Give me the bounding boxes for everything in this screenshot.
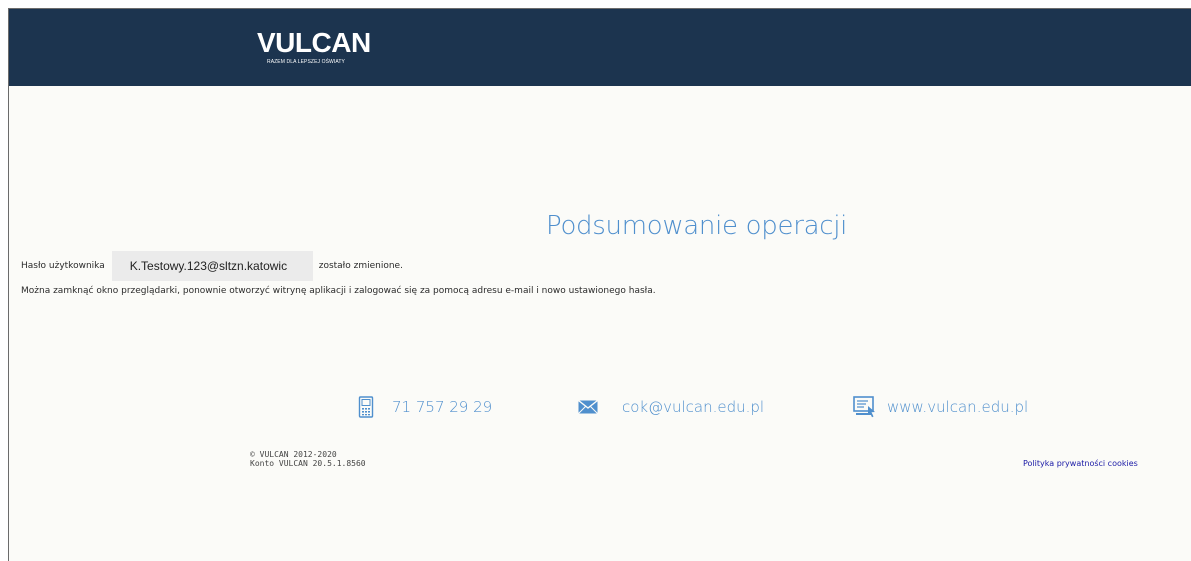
page-title: Podsumowanie operacji: [546, 211, 848, 241]
phone-icon: [358, 396, 374, 418]
email-address: cok@vulcan.edu.pl: [622, 398, 765, 416]
website-url: www.vulcan.edu.pl: [887, 398, 1029, 416]
password-changed-message: Hasło użytkownika K.Testowy.123@sltzn.ka…: [21, 251, 403, 281]
envelope-icon: [578, 400, 598, 414]
monitor-icon: [853, 396, 877, 418]
footer-info: © VULCAN 2012-2020 Konto VULCAN 20.5.1.8…: [250, 450, 366, 468]
contact-phone[interactable]: 71 757 29 29: [358, 394, 492, 420]
logo-text: VULCAN: [257, 27, 371, 58]
logo-tagline: RAZEM DLA LEPSZEJ OŚWIATY: [267, 59, 345, 65]
copyright-text: © VULCAN 2012-2020: [250, 450, 337, 459]
password-changed-text: zostało zmienione.: [318, 261, 403, 271]
page-frame: [8, 8, 1191, 561]
info-message: Można zamknąć okno przeglądarki, ponowni…: [21, 286, 656, 296]
vulcan-logo[interactable]: VULCAN RAZEM DLA LEPSZEJ OŚWIATY: [257, 28, 377, 68]
phone-number: 71 757 29 29: [392, 398, 493, 416]
version-text: Konto VULCAN 20.5.1.8560: [250, 459, 366, 468]
contact-website[interactable]: www.vulcan.edu.pl: [853, 394, 1028, 420]
contact-email[interactable]: cok@vulcan.edu.pl: [578, 394, 764, 420]
password-label: Hasło użytkownika: [21, 261, 105, 271]
header-bar: VULCAN RAZEM DLA LEPSZEJ OŚWIATY: [9, 9, 1191, 86]
user-login-field: K.Testowy.123@sltzn.katowic: [111, 251, 313, 281]
cookie-policy-link[interactable]: Polityka prywatności cookies: [1023, 459, 1138, 468]
